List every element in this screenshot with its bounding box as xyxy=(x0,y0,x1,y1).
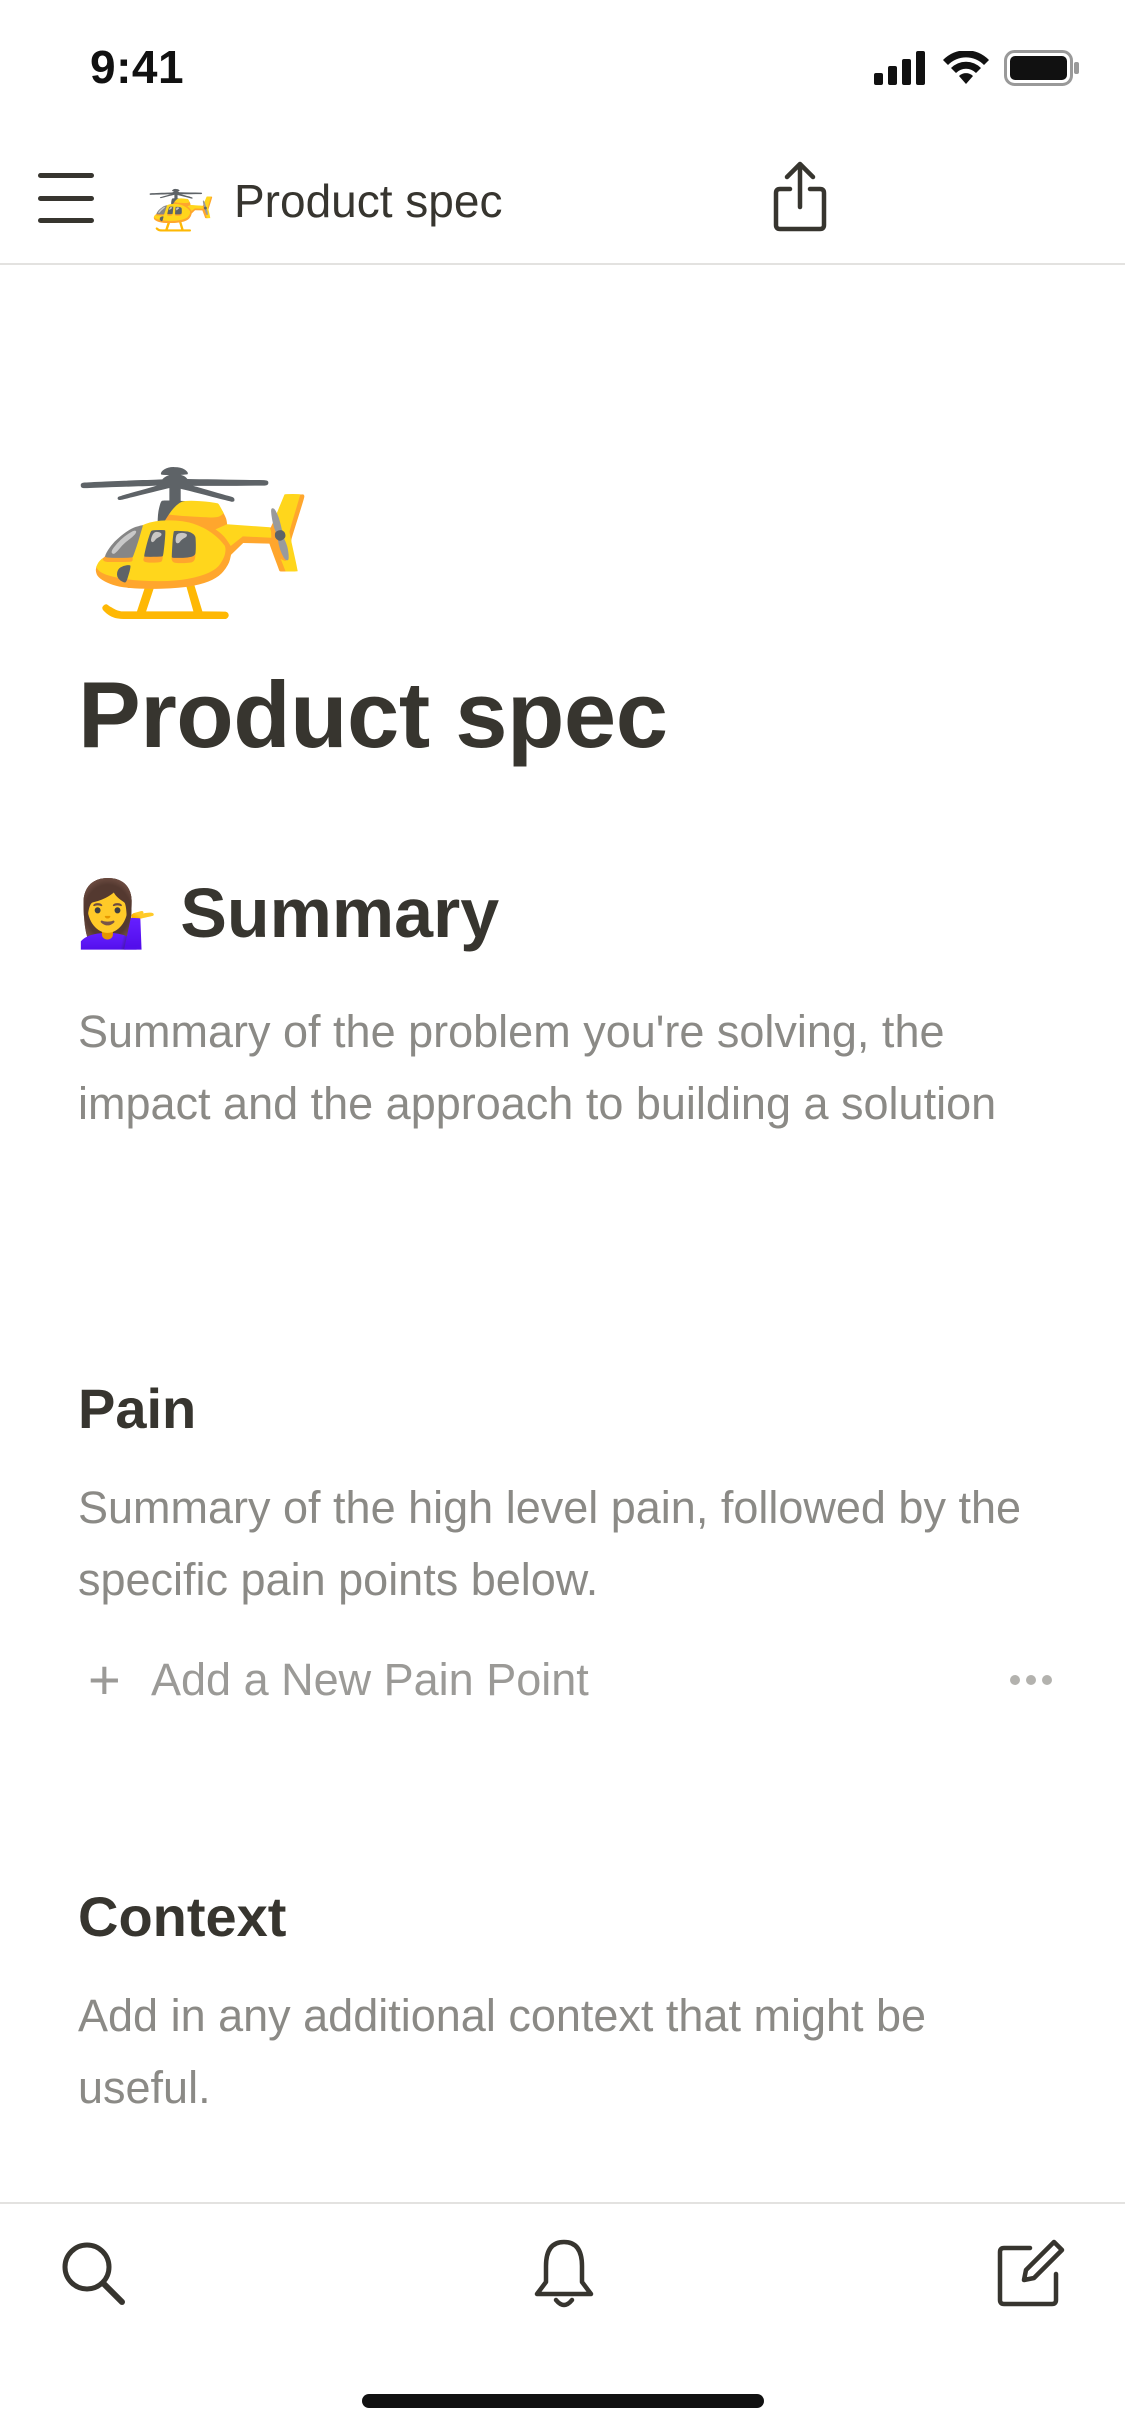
plus-icon: + xyxy=(88,1648,121,1711)
summary-text[interactable]: Summary of the problem you're solving, t… xyxy=(78,996,1058,1140)
nav-title[interactable]: Product spec xyxy=(234,175,502,227)
summary-heading[interactable]: 💁‍♀️ Summary xyxy=(76,868,499,958)
search-icon[interactable] xyxy=(54,2234,134,2314)
compose-icon[interactable] xyxy=(990,2234,1070,2314)
pain-text[interactable]: Summary of the high level pain, followed… xyxy=(78,1472,1058,1616)
battery-icon xyxy=(1004,50,1079,86)
home-indicator[interactable] xyxy=(362,2394,764,2408)
add-pain-point-label: Add a New Pain Point xyxy=(151,1654,589,1705)
context-heading[interactable]: Context xyxy=(78,1882,286,1952)
share-icon[interactable] xyxy=(770,159,830,235)
summary-emoji: 💁‍♀️ xyxy=(76,876,159,950)
add-pain-point-button[interactable]: + Add a New Pain Point xyxy=(88,1640,1052,1720)
context-text[interactable]: Add in any additional context that might… xyxy=(78,1980,1058,2124)
cellular-signal-icon xyxy=(874,51,925,85)
status-bar: 9:41 xyxy=(0,0,1125,135)
wifi-icon xyxy=(943,51,989,84)
more-options-icon[interactable] xyxy=(1010,1673,1060,1687)
status-icons xyxy=(874,48,1080,88)
nav-bar: 🚁 Product spec xyxy=(0,135,1125,265)
page-title[interactable]: Product spec xyxy=(78,660,668,770)
nav-page-icon: 🚁 xyxy=(146,169,216,232)
pain-heading[interactable]: Pain xyxy=(78,1374,196,1444)
bell-icon[interactable] xyxy=(524,2234,604,2314)
summary-heading-text: Summary xyxy=(180,874,500,952)
status-time: 9:41 xyxy=(90,41,185,93)
hamburger-menu-icon[interactable] xyxy=(38,173,94,223)
page-icon[interactable]: 🚁 xyxy=(68,400,317,620)
